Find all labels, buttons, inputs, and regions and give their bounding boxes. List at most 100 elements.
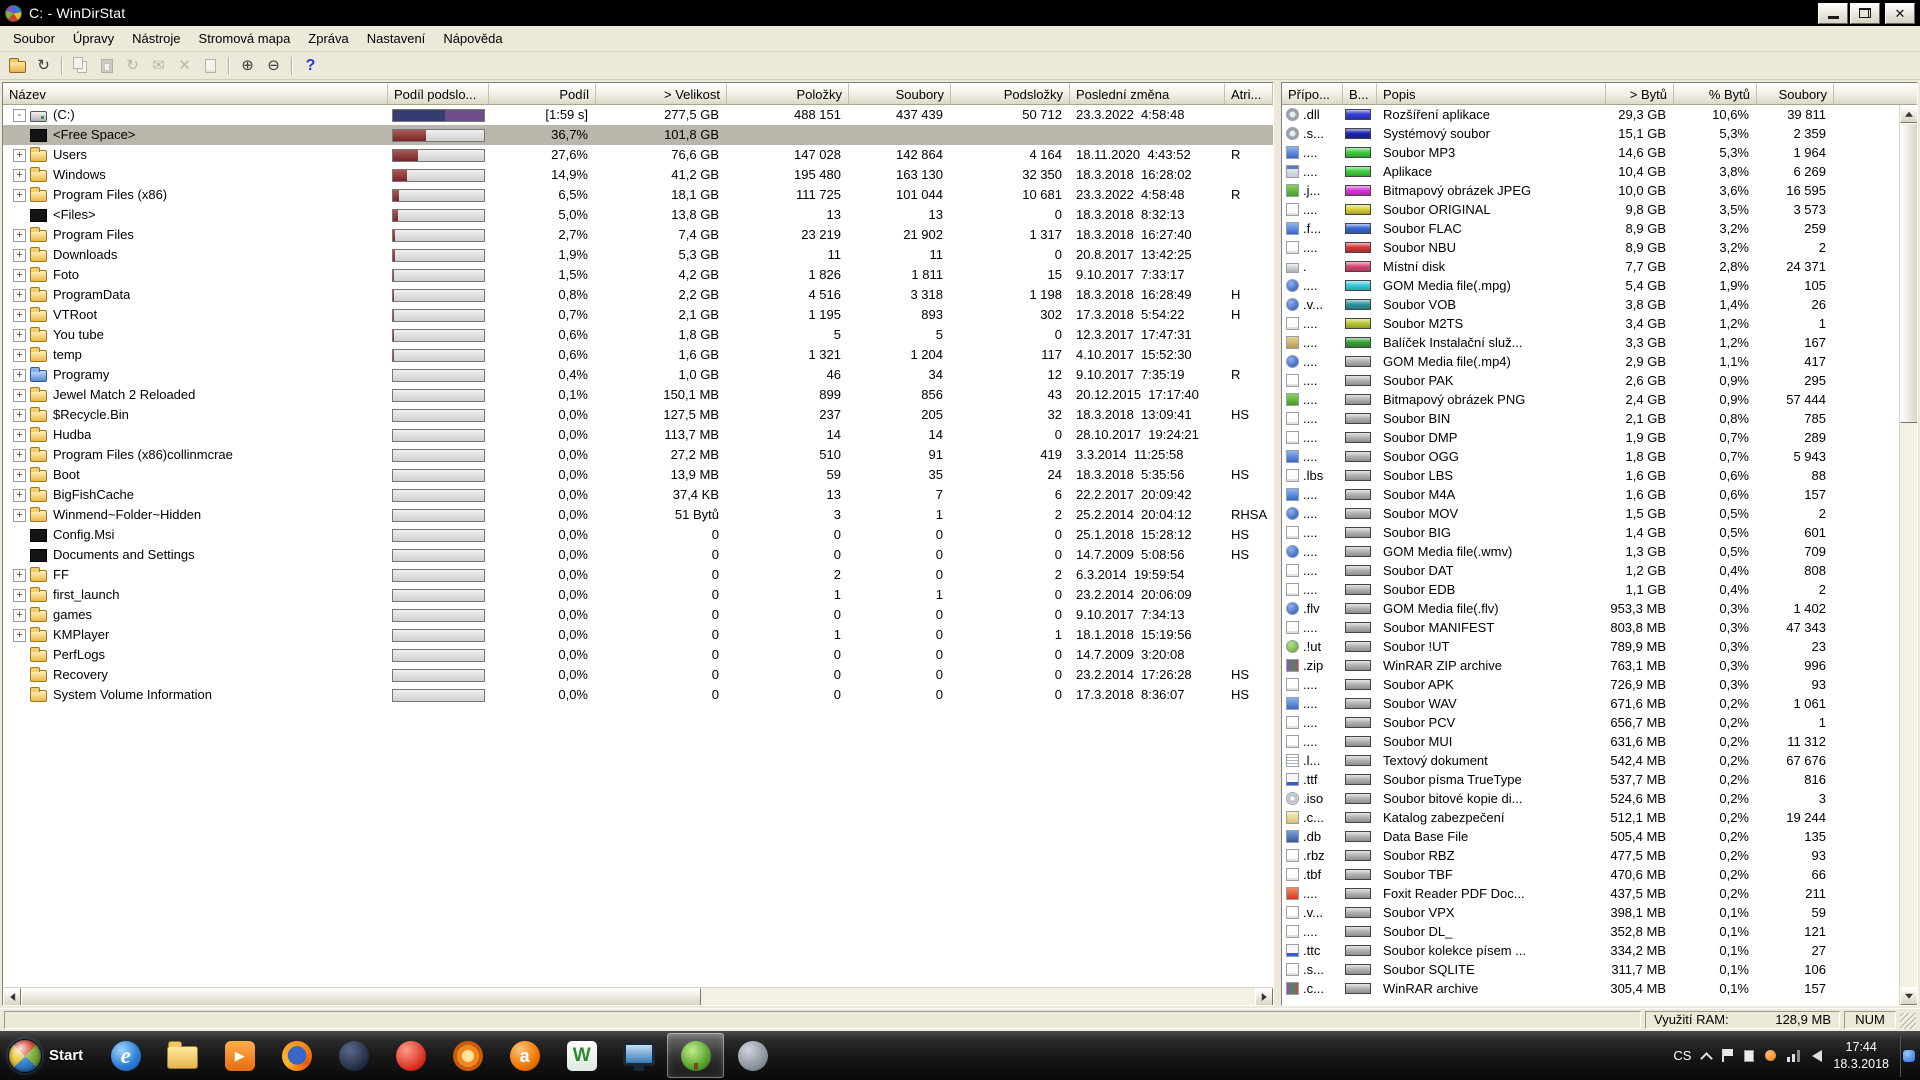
directory-row[interactable]: +Boot0,0%13,9 MB59352418.3.2018 5:35:56H… (3, 465, 1273, 485)
extension-row[interactable]: ....Bitmapový obrázek PNG2,4 GB0,9%57 44… (1282, 390, 1899, 409)
extension-row[interactable]: .!utSoubor !UT789,9 MB0,3%23 (1282, 637, 1899, 656)
taskbar-button-my-computer[interactable] (610, 1033, 667, 1078)
expand-icon[interactable]: + (13, 349, 26, 362)
menu-tools[interactable]: Nástroje (123, 27, 189, 50)
directory-row[interactable]: +BigFishCache0,0%37,4 KB137622.2.2017 20… (3, 485, 1273, 505)
action-center-flag-icon[interactable] (1722, 1049, 1733, 1062)
directory-row[interactable]: +FF0,0%02026.3.2014 19:59:54 (3, 565, 1273, 585)
extension-row[interactable]: .ttcSoubor kolekce písem ...334,2 MB0,1%… (1282, 941, 1899, 960)
expand-icon[interactable]: + (13, 469, 26, 482)
column-header-name[interactable]: Název (3, 83, 388, 105)
directory-row[interactable]: Documents and Settings0,0%000014.7.2009 … (3, 545, 1273, 565)
directory-row[interactable]: +ProgramData0,8%2,2 GB4 5163 3181 19818.… (3, 285, 1273, 305)
zoom-out-button[interactable]: ⊖ (261, 54, 286, 77)
vertical-scrollbar[interactable] (1899, 105, 1917, 1005)
extension-row[interactable]: ....Soubor MOV1,5 GB0,5%2 (1282, 504, 1899, 523)
restore-button[interactable] (1850, 3, 1880, 24)
column-header-items[interactable]: Položky (727, 83, 849, 105)
directory-row[interactable]: +$Recycle.Bin0,0%127,5 MB2372053218.3.20… (3, 405, 1273, 425)
help-button[interactable]: ? (298, 54, 323, 77)
expand-icon[interactable]: + (13, 609, 26, 622)
extension-row[interactable]: .v...Soubor VOB3,8 GB1,4%26 (1282, 295, 1899, 314)
expand-icon[interactable]: + (13, 189, 26, 202)
horizontal-scrollbar-thumb[interactable] (21, 988, 701, 1006)
column-header-size[interactable]: > Velikost (596, 83, 727, 105)
menu-report[interactable]: Zpráva (299, 27, 357, 50)
extension-row[interactable]: ....GOM Media file(.wmv)1,3 GB0,5%709 (1282, 542, 1899, 561)
column-header-bytes[interactable]: > Bytů (1606, 83, 1674, 105)
extension-row[interactable]: .isoSoubor bitové kopie di...524,6 MB0,2… (1282, 789, 1899, 808)
minimize-button[interactable] (1818, 3, 1848, 24)
expand-icon[interactable]: + (13, 509, 26, 522)
column-header-attributes[interactable]: Atri... (1225, 83, 1273, 105)
taskbar-button-gray-app[interactable] (724, 1033, 781, 1078)
extension-row[interactable]: .dbData Base File505,4 MB0,2%135 (1282, 827, 1899, 846)
expand-icon[interactable]: + (13, 489, 26, 502)
column-header-files[interactable]: Soubory (849, 83, 951, 105)
vertical-scrollbar-thumb[interactable] (1900, 123, 1918, 423)
directory-row[interactable]: +first_launch0,0%011023.2.2014 20:06:09 (3, 585, 1273, 605)
directory-row[interactable]: <Free Space>36,7%101,8 GB (3, 125, 1273, 145)
scroll-down-button[interactable] (1900, 987, 1918, 1005)
extension-row[interactable]: .zipWinRAR ZIP archive763,1 MB0,3%996 (1282, 656, 1899, 675)
extension-row[interactable]: ....Balíček Instalační služ...3,3 GB1,2%… (1282, 333, 1899, 352)
taskbar-button-dark-app[interactable] (325, 1033, 382, 1078)
tray-orange-app-icon[interactable] (1765, 1050, 1776, 1061)
taskbar-button-windows-explorer[interactable] (154, 1033, 211, 1078)
directory-row[interactable]: +Windows14,9%41,2 GB195 480163 13032 350… (3, 165, 1273, 185)
taskbar-button-internet-explorer[interactable]: e (97, 1033, 154, 1078)
scroll-right-button[interactable] (1255, 988, 1273, 1006)
directory-row[interactable]: +Downloads1,9%5,3 GB1111020.8.2017 13:42… (3, 245, 1273, 265)
expand-icon[interactable]: + (13, 249, 26, 262)
directory-row[interactable]: +Program Files2,7%7,4 GB23 21921 9021 31… (3, 225, 1273, 245)
directory-row[interactable]: <Files>5,0%13,8 GB1313018.3.2018 8:32:13 (3, 205, 1273, 225)
extension-row[interactable]: .s...Systémový soubor15,1 GB5,3%2 359 (1282, 124, 1899, 143)
column-header-last-change[interactable]: Poslední změna (1070, 83, 1225, 105)
column-header-extension[interactable]: Přípo... (1282, 83, 1343, 105)
column-header-files[interactable]: Soubory (1757, 83, 1834, 105)
extension-row[interactable]: ....Soubor BIN2,1 GB0,8%785 (1282, 409, 1899, 428)
directory-row[interactable]: +Program Files (x86)6,5%18,1 GB111 72510… (3, 185, 1273, 205)
expand-icon[interactable]: + (13, 169, 26, 182)
refresh-all-button[interactable]: ↻ (31, 54, 56, 77)
tray-document-icon[interactable] (1744, 1050, 1754, 1062)
extension-row[interactable]: .dllRozšíření aplikace29,3 GB10,6%39 811 (1282, 105, 1899, 124)
scroll-left-button[interactable] (3, 988, 21, 1006)
collapse-icon[interactable]: - (13, 109, 26, 122)
directory-row[interactable]: -(C:)[1:59 s]277,5 GB488 151437 43950 71… (3, 105, 1273, 125)
extension-row[interactable]: ....Aplikace10,4 GB3,8%6 269 (1282, 162, 1899, 181)
extension-row[interactable]: ....Foxit Reader PDF Doc...437,5 MB0,2%2… (1282, 884, 1899, 903)
directory-row[interactable]: Config.Msi0,0%000025.1.2018 15:28:12HS (3, 525, 1273, 545)
directory-row[interactable]: +games0,0%00009.10.2017 7:34:13 (3, 605, 1273, 625)
resize-grip[interactable] (1900, 1013, 1916, 1029)
taskbar-button-green-w-app[interactable]: W (553, 1033, 610, 1078)
directory-row[interactable]: +Winmend~Folder~Hidden0,0%51 Bytů31225.2… (3, 505, 1273, 525)
extension-row[interactable]: .rbzSoubor RBZ477,5 MB0,2%93 (1282, 846, 1899, 865)
extension-row[interactable]: .flvGOM Media file(.flv)953,3 MB0,3%1 40… (1282, 599, 1899, 618)
directory-row[interactable]: +Foto1,5%4,2 GB1 8261 811159.10.2017 7:3… (3, 265, 1273, 285)
extension-row[interactable]: ....Soubor OGG1,8 GB0,7%5 943 (1282, 447, 1899, 466)
column-header-description[interactable]: Popis (1377, 83, 1606, 105)
extension-row[interactable]: .tbfSoubor TBF470,6 MB0,2%66 (1282, 865, 1899, 884)
expand-icon[interactable]: + (13, 309, 26, 322)
column-header-percentage[interactable]: Podíl (489, 83, 596, 105)
panel-splitter[interactable] (1274, 82, 1281, 1006)
extension-row[interactable]: ....GOM Media file(.mp4)2,9 GB1,1%417 (1282, 352, 1899, 371)
extension-row[interactable]: .Místní disk7,7 GB2,8%24 371 (1282, 257, 1899, 276)
expand-icon[interactable]: + (13, 289, 26, 302)
extension-row[interactable]: ....Soubor ORIGINAL9,8 GB3,5%3 573 (1282, 200, 1899, 219)
column-header-color[interactable]: B... (1343, 83, 1377, 105)
directory-row[interactable]: +VTRoot0,7%2,1 GB1 19589330217.3.2018 5:… (3, 305, 1273, 325)
taskbar-button-media-player[interactable]: ▶ (211, 1033, 268, 1078)
close-button[interactable]: ✕ (1885, 3, 1915, 24)
extension-row[interactable]: .c...WinRAR archive305,4 MB0,1%157 (1282, 979, 1899, 998)
extension-row[interactable]: ....Soubor MANIFEST803,8 MB0,3%47 343 (1282, 618, 1899, 637)
scrollbar-track[interactable] (1900, 423, 1917, 987)
taskbar-button-firefox[interactable] (268, 1033, 325, 1078)
extension-row[interactable]: .ttfSoubor písma TrueType537,7 MB0,2%816 (1282, 770, 1899, 789)
taskbar-button-red-app[interactable] (382, 1033, 439, 1078)
extension-row[interactable]: .f...Soubor FLAC8,9 GB3,2%259 (1282, 219, 1899, 238)
extension-row[interactable]: ....Soubor DL_352,8 MB0,1%121 (1282, 922, 1899, 941)
extension-row[interactable]: .j...Bitmapový obrázek JPEG10,0 GB3,6%16… (1282, 181, 1899, 200)
menu-options[interactable]: Nastavení (358, 27, 435, 50)
